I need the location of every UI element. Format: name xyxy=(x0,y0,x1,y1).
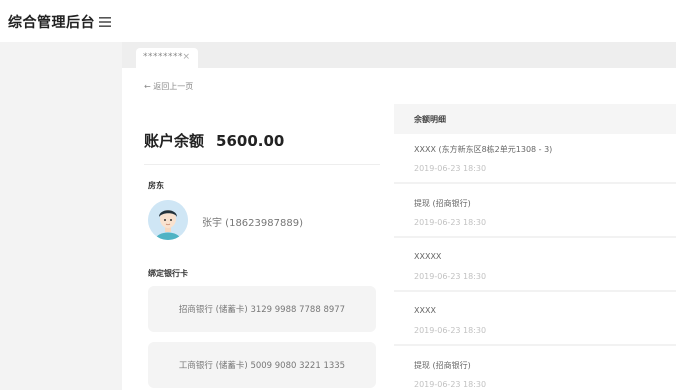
bank-card-section-label: 绑定银行卡 xyxy=(148,269,188,278)
list-item[interactable]: 提现 (招商银行) 2019-06-23 18:30 xyxy=(394,350,676,390)
landlord-name: 张宇 (18623987889) xyxy=(202,218,303,229)
row-separator xyxy=(394,236,676,238)
account-panel: 账户余额 5600.00 房东 张宇 (18623987889) 绑定银行卡 招… xyxy=(144,108,380,390)
row-timestamp: 2019-06-23 18:30 xyxy=(414,272,487,281)
detail-header: 余额明细 xyxy=(394,104,676,134)
sidebar xyxy=(0,42,122,390)
row-timestamp: 2019-06-23 18:30 xyxy=(414,380,487,389)
row-description: 提现 (招商银行) xyxy=(414,199,471,208)
list-item[interactable]: 提现 (招商银行) 2019-06-23 18:30 xyxy=(394,188,676,238)
row-separator xyxy=(394,290,676,292)
top-header: 综合管理后台 xyxy=(0,0,676,42)
tab-label: ******** xyxy=(143,52,183,62)
bank-card[interactable]: 招商银行 (储蓄卡) 3129 9988 7788 8977 xyxy=(148,286,376,332)
row-description: XXXX xyxy=(414,306,436,315)
row-separator xyxy=(394,344,676,346)
balance-display: 账户余额 5600.00 xyxy=(144,130,284,151)
row-description: XXXXX xyxy=(414,252,442,261)
main-content: ← 返回上一页 账户余额 5600.00 房东 张宇 (18623987889)… xyxy=(122,68,676,390)
avatar xyxy=(148,200,188,240)
detail-title: 余额明细 xyxy=(414,115,446,124)
menu-icon[interactable] xyxy=(98,13,112,27)
list-item[interactable]: XXXXX 2019-06-23 18:30 xyxy=(394,242,676,292)
row-timestamp: 2019-06-23 18:30 xyxy=(414,218,487,227)
list-item[interactable]: XXXX 2019-06-23 18:30 xyxy=(394,296,676,346)
tab-strip: ******** × xyxy=(122,42,676,68)
row-timestamp: 2019-06-23 18:30 xyxy=(414,164,487,173)
close-icon[interactable]: × xyxy=(182,52,190,62)
balance-detail-panel: 余额明细 XXXX (东方新东区8栋2单元1308 - 3) 2019-06-2… xyxy=(394,104,676,390)
row-description: 提现 (招商银行) xyxy=(414,361,471,370)
bank-card-text: 工商银行 (储蓄卡) 5009 9080 3221 1335 xyxy=(178,361,346,371)
app-title: 综合管理后台 xyxy=(8,15,95,31)
row-description: XXXX (东方新东区8栋2单元1308 - 3) xyxy=(414,145,553,154)
balance-label: 账户余额 xyxy=(144,132,205,150)
back-link[interactable]: ← 返回上一页 xyxy=(144,81,193,92)
row-separator xyxy=(394,182,676,184)
divider xyxy=(144,164,380,165)
tab-current[interactable]: ******** × xyxy=(136,48,198,68)
app-window: 综合管理后台 ******** × ← 返回上一页 账户余额 5600.00 房东 xyxy=(0,0,676,390)
list-item[interactable]: XXXX (东方新东区8栋2单元1308 - 3) 2019-06-23 18:… xyxy=(394,134,676,184)
bank-card-text: 招商银行 (储蓄卡) 3129 9988 7788 8977 xyxy=(178,305,346,315)
row-timestamp: 2019-06-23 18:30 xyxy=(414,326,487,335)
landlord-section-label: 房东 xyxy=(148,181,164,190)
bank-card[interactable]: 工商银行 (储蓄卡) 5009 9080 3221 1335 xyxy=(148,342,376,388)
balance-amount: 5600.00 xyxy=(216,132,285,150)
